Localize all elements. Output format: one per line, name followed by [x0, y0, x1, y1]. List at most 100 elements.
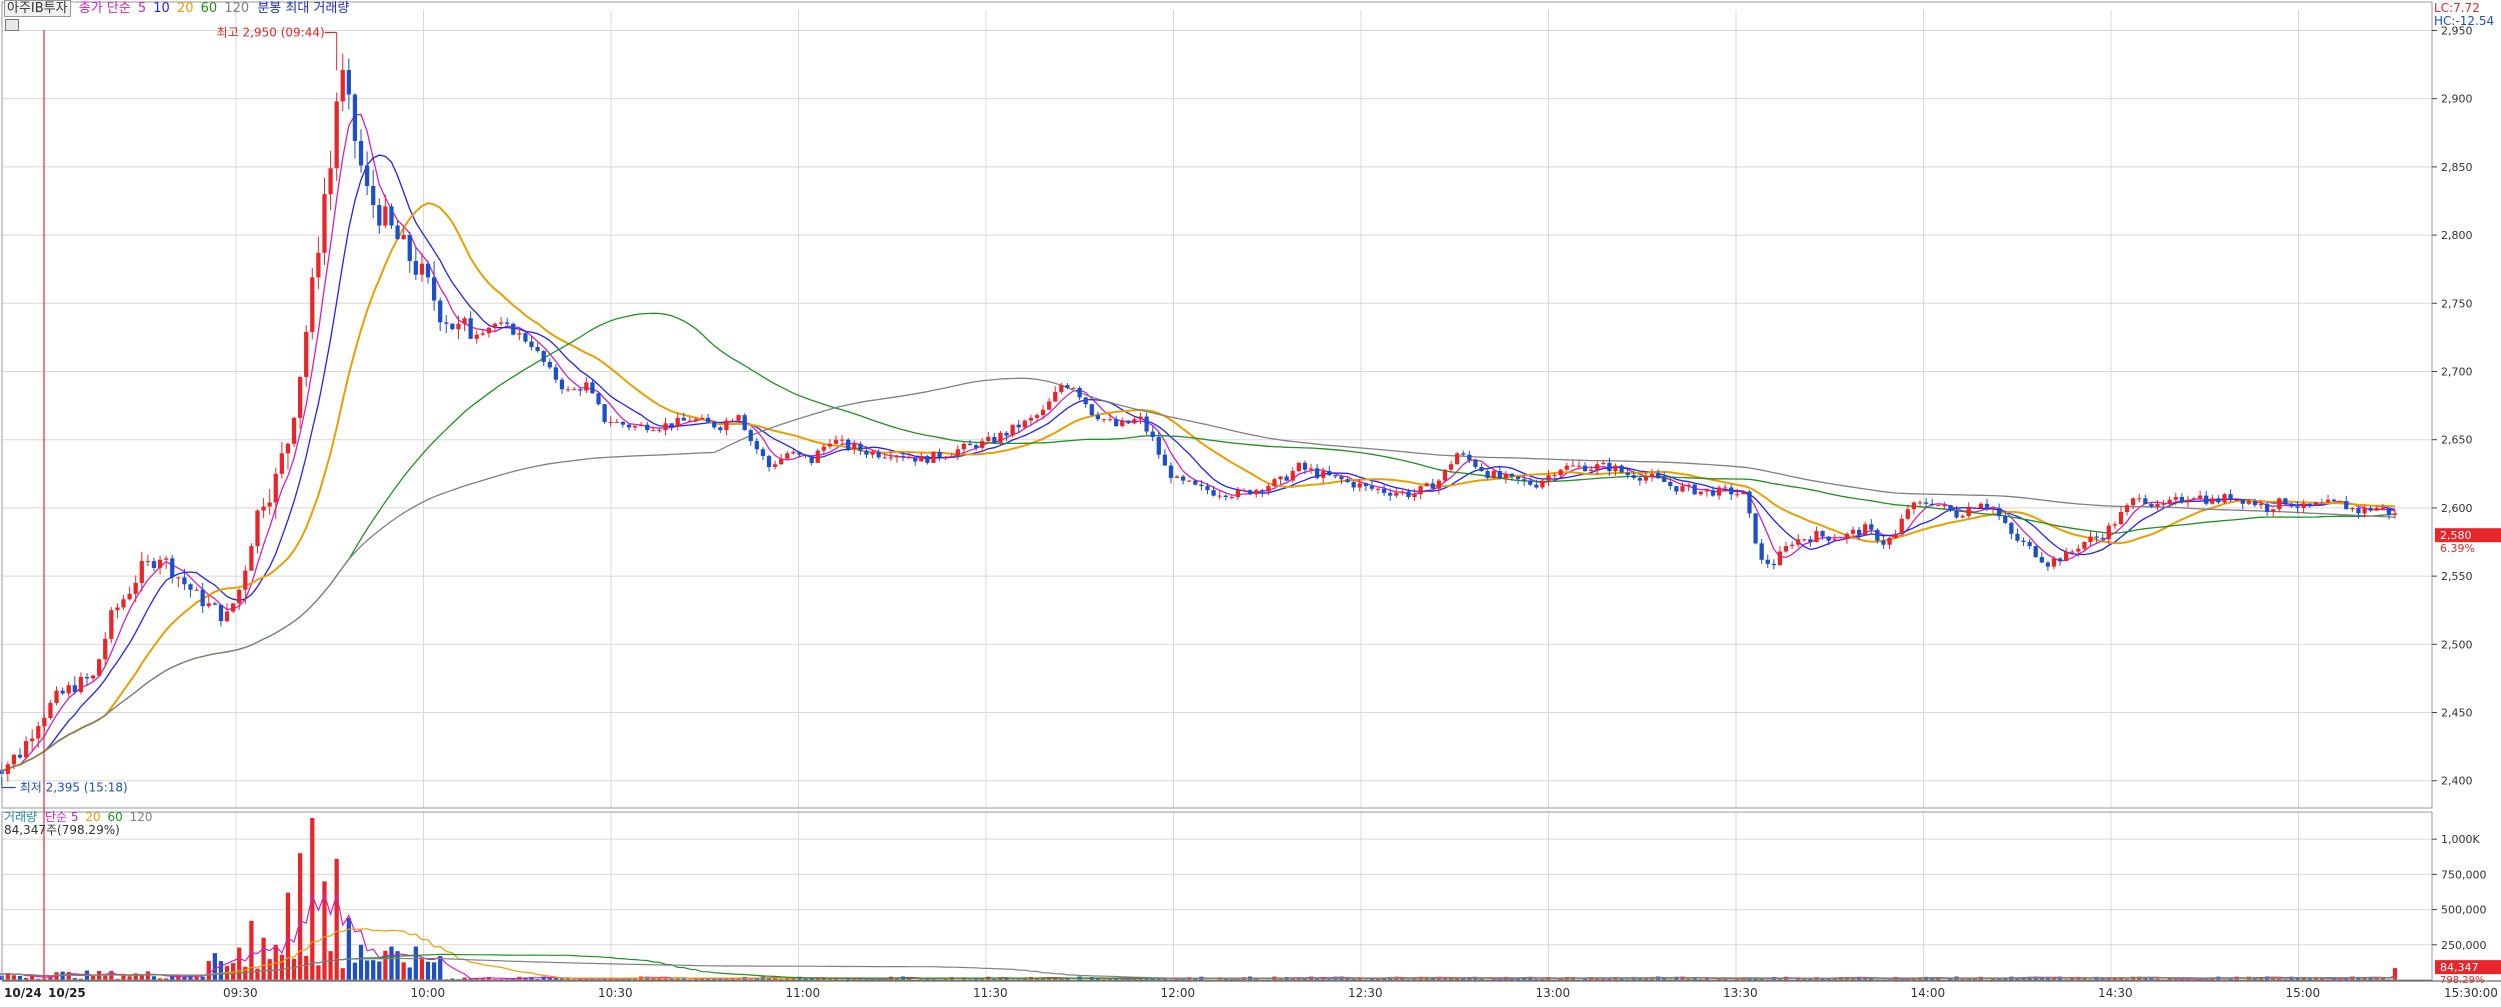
candle-body	[2350, 508, 2354, 509]
volume-bar	[365, 960, 369, 980]
candle-body	[18, 755, 22, 758]
candle-body	[1960, 516, 1964, 517]
volume-bar	[371, 960, 375, 980]
ma-5: 5	[138, 1, 146, 16]
candle-body	[2015, 534, 2019, 541]
candle-body	[1187, 481, 1191, 482]
candle-body	[2204, 496, 2208, 504]
candle-body	[1193, 481, 1197, 485]
candle-body	[1644, 477, 1648, 481]
candle-body	[1157, 437, 1161, 455]
candle-body	[1936, 505, 1940, 506]
candle-body	[1345, 479, 1349, 482]
candle-body	[1485, 471, 1489, 478]
candle-body	[1668, 482, 1672, 486]
volume-bar	[335, 859, 339, 980]
candle-body	[499, 322, 503, 323]
candle-body	[1650, 474, 1654, 477]
candle-body	[2113, 524, 2117, 525]
candle-body	[2393, 513, 2397, 514]
stock-name[interactable]: 아주IB투자	[4, 0, 71, 17]
volume-y-tick-label: 1,000K	[2441, 833, 2480, 846]
volume-bar	[359, 945, 363, 980]
candle-body	[834, 440, 838, 444]
volume-y-tick-label: 750,000	[2441, 868, 2487, 881]
candle-body	[2149, 504, 2153, 507]
candle-body	[2192, 498, 2196, 499]
x-tick-label: 09:30	[223, 986, 258, 1000]
candle-body	[1747, 492, 1751, 514]
y-tick-label: 2,550	[2441, 570, 2473, 583]
candle-body	[767, 456, 771, 467]
candle-body	[852, 444, 856, 449]
candle-body	[2308, 504, 2312, 505]
y-tick-label: 2,600	[2441, 502, 2473, 515]
candle-body	[523, 333, 527, 341]
candle-body	[328, 168, 332, 194]
candle-body	[304, 332, 308, 377]
current-change-label: 6.39%	[2440, 542, 2475, 555]
candle-body	[2302, 504, 2306, 508]
candle-body	[554, 367, 558, 379]
candle-body	[761, 449, 765, 456]
volume-bar	[353, 963, 357, 980]
candle-body	[846, 440, 850, 450]
candle-body	[718, 427, 722, 430]
candle-body	[2369, 508, 2373, 511]
candle-body	[919, 456, 923, 461]
candle-body	[286, 444, 290, 454]
candle-body	[1023, 421, 1027, 428]
volume-bar	[207, 961, 211, 980]
y-tick-label: 2,650	[2441, 434, 2473, 447]
volume-bar	[414, 946, 418, 980]
candle-body	[986, 437, 990, 441]
candle-body	[1278, 477, 1282, 480]
candle-body	[1090, 404, 1094, 415]
current-volume-pct-label: 798.29%	[2440, 975, 2485, 986]
candle-body	[517, 333, 521, 334]
candle-body	[1619, 466, 1623, 473]
candle-body	[542, 351, 546, 362]
candle-body	[980, 441, 984, 448]
candle-body	[1802, 539, 1806, 540]
candle-body	[2356, 508, 2360, 513]
candle-body	[1626, 472, 1630, 475]
candle-body	[743, 415, 747, 430]
candle-body	[2186, 500, 2190, 503]
candle-body	[176, 577, 180, 578]
candle-body	[2131, 498, 2135, 505]
candle-body	[2332, 500, 2336, 501]
ma-120: 120	[224, 1, 249, 16]
candle-body	[1729, 487, 1733, 494]
candle-body	[931, 452, 935, 463]
x-tick-label: 10:00	[411, 986, 446, 1000]
menu-icon[interactable]	[5, 19, 19, 31]
candle-body	[1705, 490, 1709, 491]
candle-body	[1242, 490, 1246, 491]
candle-body	[895, 456, 899, 457]
candle-body	[1595, 464, 1599, 469]
candle-body	[2009, 523, 2013, 534]
candle-body	[432, 277, 436, 300]
candle-body	[1108, 419, 1112, 420]
candle-body	[1102, 419, 1106, 420]
candle-body	[1053, 392, 1057, 402]
volume-bar	[121, 975, 125, 980]
candle-body	[414, 261, 418, 275]
candle-body	[268, 502, 272, 506]
candle-body	[73, 685, 77, 692]
candle-body	[274, 474, 278, 503]
candle-body	[992, 437, 996, 442]
candle-body	[1144, 417, 1148, 432]
x-tick-label: 12:30	[1348, 986, 1383, 1000]
candle-body	[548, 362, 552, 367]
candle-body	[1400, 492, 1404, 493]
candle-body	[1181, 477, 1185, 481]
volume-bar	[268, 959, 272, 980]
candle-body	[1376, 489, 1380, 490]
candle-body	[1967, 508, 1971, 516]
candle-body	[1516, 477, 1520, 480]
candle-body	[1760, 543, 1764, 559]
ma-20: 20	[177, 1, 194, 16]
price-chart[interactable]: 2,9502,9002,8502,8002,7502,7002,6502,600…	[0, 0, 2501, 1003]
